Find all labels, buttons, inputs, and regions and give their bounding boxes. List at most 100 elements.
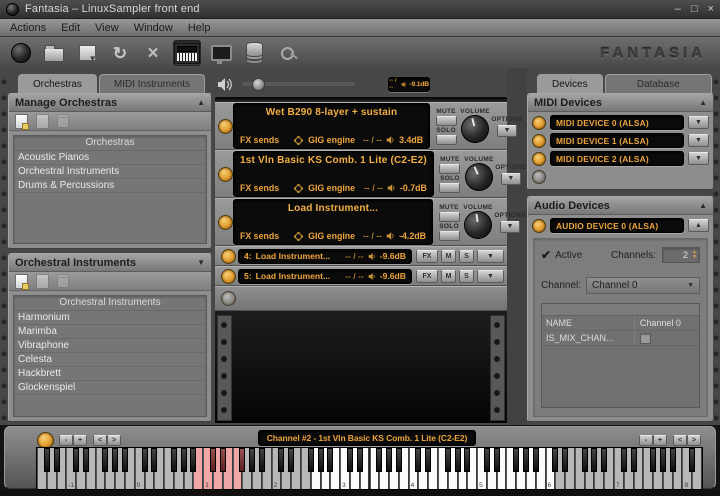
delete-orchestra-button[interactable] xyxy=(57,114,69,128)
black-key[interactable] xyxy=(346,448,353,472)
options-button[interactable]: ▼ xyxy=(477,269,504,283)
octave-down-button[interactable]: - xyxy=(639,435,653,446)
volume-knob[interactable] xyxy=(462,208,494,241)
black-key[interactable] xyxy=(151,448,158,472)
black-key[interactable] xyxy=(219,448,226,472)
black-key[interactable] xyxy=(464,448,471,472)
black-key[interactable] xyxy=(317,448,324,472)
param-checkbox[interactable] xyxy=(639,332,651,344)
midi-keyboard-button[interactable] xyxy=(274,41,300,65)
black-key[interactable] xyxy=(141,448,148,472)
minimize-button[interactable]: – xyxy=(675,3,681,15)
black-key[interactable] xyxy=(356,448,363,472)
sampler-view-button[interactable] xyxy=(173,40,201,66)
active-checkbox[interactable]: ✔ xyxy=(541,249,551,261)
black-key[interactable] xyxy=(581,448,588,472)
black-key[interactable] xyxy=(102,448,109,472)
mute-button[interactable] xyxy=(439,163,461,174)
volume-knob[interactable] xyxy=(458,111,493,146)
instrument-row[interactable]: Vibraphone xyxy=(14,339,206,353)
reset-sampler-button[interactable]: × xyxy=(140,41,166,65)
black-key[interactable] xyxy=(122,448,128,472)
black-key[interactable] xyxy=(620,448,627,472)
fx-button[interactable]: FX xyxy=(416,269,438,283)
delete-instrument-button[interactable] xyxy=(57,274,69,288)
solo-button[interactable] xyxy=(439,182,461,193)
options-button[interactable]: ▼ xyxy=(477,249,504,263)
black-key[interactable] xyxy=(689,448,696,472)
black-key[interactable] xyxy=(601,448,608,472)
black-key[interactable] xyxy=(210,448,217,472)
maximize-button[interactable]: □ xyxy=(691,3,698,15)
fx-sends-link[interactable]: FX sends xyxy=(240,183,279,193)
instruments-db-button[interactable] xyxy=(241,41,267,65)
black-key[interactable] xyxy=(82,448,89,472)
export-session-button[interactable] xyxy=(74,41,100,65)
black-key[interactable] xyxy=(249,448,256,472)
tab-midi-instruments[interactable]: MIDI Instruments xyxy=(98,74,206,93)
menu-window[interactable]: Window xyxy=(134,22,173,34)
octave-up-button[interactable]: + xyxy=(653,435,667,446)
add-midi-device-power-button[interactable] xyxy=(532,169,546,184)
black-key[interactable] xyxy=(327,448,334,472)
new-instrument-button[interactable] xyxy=(15,273,29,290)
next-channel-button[interactable]: > xyxy=(107,435,121,446)
solo-button[interactable]: S xyxy=(459,249,474,263)
black-key[interactable] xyxy=(444,448,451,472)
instrument-name[interactable]: Wet B290 8-layer + sustain xyxy=(240,107,423,118)
channel-combo[interactable]: Channel 0 ▼ xyxy=(586,277,700,294)
instrument-name[interactable]: Load Instrument... xyxy=(256,251,330,261)
collapse-icon[interactable]: ▲ xyxy=(197,98,205,107)
black-key[interactable] xyxy=(239,448,246,472)
device-options-button[interactable]: ▼ xyxy=(688,116,709,129)
instrument-name[interactable]: 1st Vln Basic KS Comb. 1 Lite (C2-E2) xyxy=(240,155,427,166)
device-power-button[interactable] xyxy=(532,218,546,233)
solo-button[interactable] xyxy=(435,134,457,145)
spinner-arrows-icon[interactable]: ▲ ▼ xyxy=(690,249,699,261)
menu-help[interactable]: Help xyxy=(188,22,211,34)
black-key[interactable] xyxy=(650,448,657,472)
monitor-view-button[interactable] xyxy=(208,41,234,65)
black-key[interactable] xyxy=(513,448,520,472)
add-channel-power-button[interactable] xyxy=(220,291,236,306)
black-key[interactable] xyxy=(180,448,187,472)
orchestra-combo[interactable]: Orchestral Instruments ▼ xyxy=(9,254,211,272)
edit-instrument-button[interactable] xyxy=(36,273,49,289)
channel-power-button[interactable] xyxy=(218,118,233,134)
black-key[interactable] xyxy=(395,448,402,472)
black-key[interactable] xyxy=(522,448,529,472)
master-volume-slider[interactable] xyxy=(241,78,356,91)
device-power-button[interactable] xyxy=(532,151,546,166)
mute-button[interactable] xyxy=(438,211,460,222)
mute-button[interactable] xyxy=(435,115,457,126)
black-key[interactable] xyxy=(562,448,569,472)
black-key[interactable] xyxy=(73,448,80,472)
black-key[interactable] xyxy=(190,448,197,472)
options-button[interactable]: ▼ xyxy=(500,172,521,185)
instrument-row[interactable]: Celesta xyxy=(14,353,206,367)
midi-device-display[interactable]: MIDI DEVICE 2 (ALSA) xyxy=(550,151,684,166)
orchestra-row[interactable]: Acoustic Pianos xyxy=(14,151,206,165)
manage-orchestras-header[interactable]: Manage Orchestras ▲ xyxy=(9,94,211,112)
close-button[interactable]: × xyxy=(708,3,714,15)
edit-orchestra-button[interactable] xyxy=(36,113,49,129)
instrument-name[interactable]: Load Instrument... xyxy=(240,203,426,214)
black-key[interactable] xyxy=(386,448,393,472)
black-key[interactable] xyxy=(278,448,285,472)
engine-selector[interactable]: GIG engine xyxy=(308,183,355,193)
chevron-down-icon[interactable]: ▼ xyxy=(197,258,205,267)
black-key[interactable] xyxy=(53,448,60,472)
midi-device-display[interactable]: MIDI DEVICE 0 (ALSA) xyxy=(550,115,684,130)
instrument-row[interactable]: Hackbrett xyxy=(14,367,206,381)
octave-down-button[interactable]: - xyxy=(59,435,73,446)
slider-thumb[interactable] xyxy=(252,78,265,91)
menu-view[interactable]: View xyxy=(95,22,119,34)
device-options-button[interactable]: ▼ xyxy=(688,152,709,165)
tab-orchestras[interactable]: Orchestras xyxy=(18,74,97,93)
black-key[interactable] xyxy=(532,448,539,472)
device-options-button[interactable]: ▼ xyxy=(688,134,709,147)
black-key[interactable] xyxy=(493,448,500,472)
options-button[interactable]: ▼ xyxy=(497,124,518,137)
midi-device-display[interactable]: MIDI DEVICE 1 (ALSA) xyxy=(550,133,684,148)
tab-devices[interactable]: Devices xyxy=(537,74,603,93)
